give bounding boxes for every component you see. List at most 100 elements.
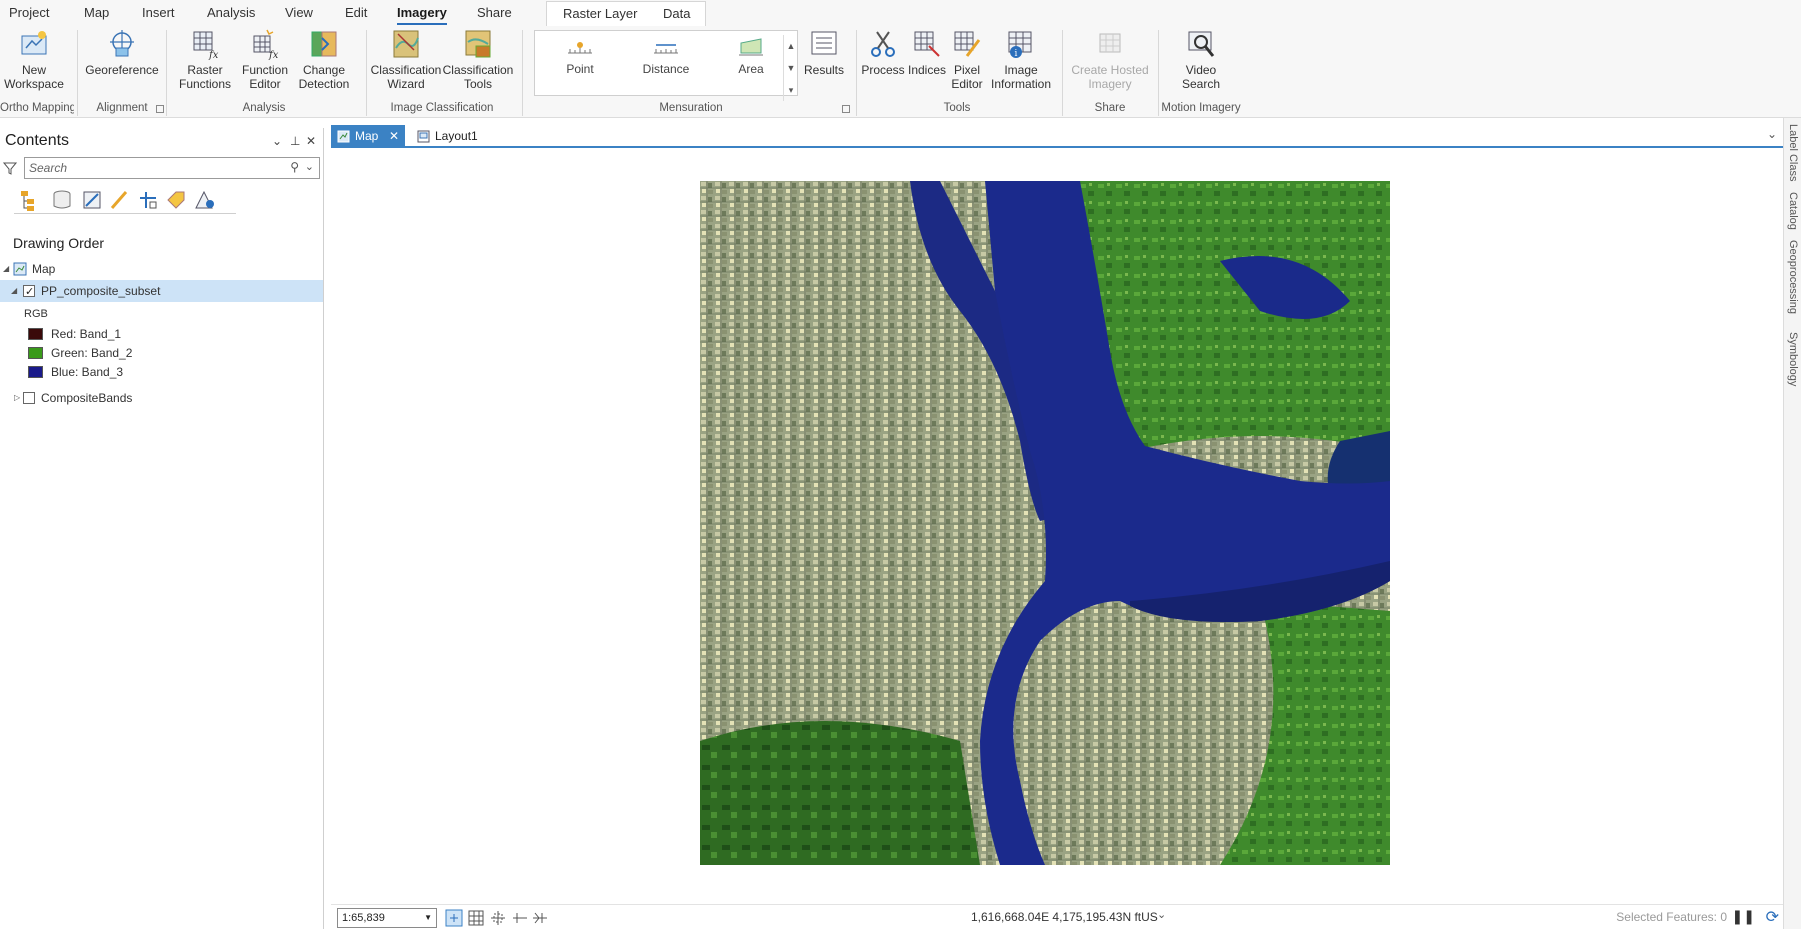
gallery-up-icon[interactable]: ▲ [784,35,798,57]
svg-text:i: i [1015,49,1018,59]
snapping-icon[interactable] [489,909,507,927]
tab-list-chevron-icon[interactable]: ⌄ [1767,127,1777,141]
results-icon [811,31,837,55]
tab-imagery[interactable]: Imagery [397,4,447,25]
renderer-label-row: RGB [0,303,323,325]
tab-layout1-label: Layout1 [435,129,478,143]
correction-icon[interactable] [511,909,529,927]
constraint-icon[interactable] [531,909,549,927]
tab-raster-layer[interactable]: Raster Layer [563,5,637,25]
grid-icon[interactable] [467,909,485,927]
gallery-more-icon[interactable]: ▾ [784,79,798,101]
tab-share[interactable]: Share [477,4,512,24]
dock-tab-geoprocessing[interactable]: Geoprocessing [1787,240,1799,314]
tab-data[interactable]: Data [663,5,690,25]
group-label-alignment: Alignment [96,102,148,114]
map-label: Map [32,262,56,276]
classification-wizard-button[interactable]: Classification Wizard [370,28,442,91]
pixel-editor-icon [954,31,981,57]
ribbon: New Workspace Georeference fx Raster Fun… [0,26,1801,118]
contents-pane: Contents ⌄ ⊥ ✕ Search ⚲ ⌄ Drawing Order … [0,128,324,929]
drawing-order-heading: Drawing Order [13,235,105,251]
search-input[interactable]: Search ⚲ ⌄ [24,157,320,179]
app-window: Project Map Insert Analysis View Edit Im… [0,0,1801,929]
new-workspace-button[interactable]: New Workspace [0,28,68,91]
dock-tab-catalog[interactable]: Catalog [1787,192,1799,230]
image-information-button[interactable]: i Image Information [988,28,1054,91]
video-search-button[interactable]: Video Search [1170,28,1232,91]
scale-selector[interactable]: 1:65,839 ▼ [337,908,437,928]
list-by-labeling-icon[interactable] [164,188,188,212]
new-workspace-label: New Workspace [4,63,64,91]
close-icon[interactable]: ✕ [306,134,316,148]
create-hosted-imagery-button[interactable]: Create Hosted Imagery [1066,28,1154,91]
change-detection-icon [311,31,337,57]
list-by-data-source-icon[interactable] [50,188,74,212]
filter-icon[interactable] [3,161,17,175]
gallery-scroll[interactable]: ▲ ▼ ▾ [783,35,798,101]
tab-view[interactable]: View [285,4,313,24]
indices-button[interactable]: Indices [906,28,948,77]
fixed-zoom-icon[interactable] [445,909,463,927]
dock-tab-symbology[interactable]: Symbology [1787,332,1799,386]
results-button[interactable]: Results [800,28,848,77]
tab-project[interactable]: Project [9,4,49,24]
tab-map-view[interactable]: Map ✕ [331,125,405,148]
video-search-icon [1188,31,1215,57]
list-by-perspective-imagery-icon[interactable] [192,188,216,212]
layer-visibility-checkbox[interactable] [23,392,35,404]
tree-item-layer-pp-composite-subset[interactable]: ◢ PP_composite_subset [0,280,323,303]
pause-drawing-icon[interactable]: ❚❚ [1732,908,1755,925]
legend-swatch-blue [28,366,43,378]
point-label: Point [566,62,594,76]
search-options-chevron-icon[interactable]: ⌄ [305,160,314,173]
mensuration-distance-button[interactable]: Distance [631,37,701,76]
coordinate-units-chevron-icon[interactable]: ⌄ [1157,908,1166,921]
layer-visibility-checkbox[interactable] [23,281,35,303]
tab-edit[interactable]: Edit [345,4,367,24]
tab-analysis[interactable]: Analysis [207,4,255,24]
tab-insert[interactable]: Insert [142,4,175,24]
mensuration-launcher-icon[interactable] [842,105,850,113]
expand-icon[interactable]: ▷ [14,387,20,409]
list-by-drawing-order-icon[interactable] [18,188,42,212]
chevron-down-icon[interactable]: ⌄ [272,134,282,148]
mensuration-point-button[interactable]: Point [555,37,605,76]
selected-features-indicator[interactable]: Selected Features: 0 [1616,910,1727,924]
process-button[interactable]: Process [860,28,906,77]
document-tabs: Map ✕ Layout1 ⌄ [331,124,1783,148]
tab-map[interactable]: Map [84,4,109,24]
contents-view-toolbar [14,188,236,214]
dock-tab-label-class[interactable]: Label Class [1787,124,1799,181]
tree-item-layer-compositebands[interactable]: ▷ CompositeBands [0,387,323,409]
search-icon[interactable]: ⚲ [290,160,299,174]
raster-functions-button[interactable]: fx Raster Functions [172,28,238,91]
collapse-icon[interactable]: ◢ [3,258,9,280]
separator [1062,30,1063,116]
search-placeholder: Search [29,161,68,175]
list-by-selection-icon[interactable] [80,188,104,212]
tree-item-map[interactable]: ◢ Map [0,258,323,280]
area-label: Area [738,62,764,76]
pixel-editor-button[interactable]: Pixel Editor [948,28,986,91]
mensuration-area-button[interactable]: Area [721,37,781,76]
layout-icon [417,130,430,143]
change-detection-button[interactable]: Change Detection [292,28,356,91]
list-by-snapping-icon[interactable] [136,188,160,212]
function-editor-button[interactable]: fx Function Editor [238,28,292,91]
gallery-down-icon[interactable]: ▼ [784,57,798,79]
group-label-mensuration: Mensuration [659,102,723,114]
refresh-icon[interactable]: ⟳ [1766,907,1779,927]
list-by-editing-icon[interactable] [108,188,132,212]
classification-tools-button[interactable]: Classification Tools [442,28,514,91]
tab-layout1[interactable]: Layout1 [411,125,491,148]
indices-label: Indices [907,63,947,77]
close-tab-icon[interactable]: ✕ [389,125,399,147]
svg-text:fx: fx [268,50,279,60]
alignment-launcher-icon[interactable] [156,105,164,113]
georeference-button[interactable]: Georeference [84,28,160,77]
point-measure-icon [568,42,592,54]
pin-icon[interactable]: ⊥ [290,134,300,148]
scale-dropdown-icon[interactable]: ▼ [424,909,432,927]
collapse-icon[interactable]: ◢ [11,280,17,302]
